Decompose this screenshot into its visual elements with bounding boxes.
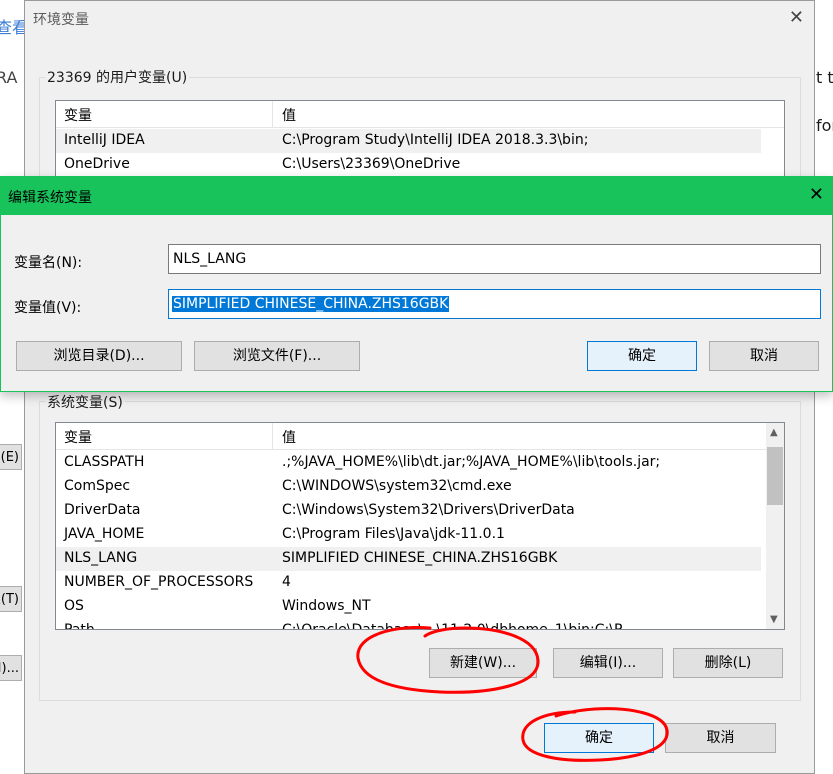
variable-name: OneDrive — [64, 156, 130, 172]
browse-file-button[interactable]: 浏览文件(F)... — [194, 341, 360, 371]
column-header-value[interactable]: 值 — [282, 105, 296, 125]
list-item[interactable]: OS Windows_NT — [56, 595, 761, 619]
variable-value: C:\Program Study\IntelliJ IDEA 2018.3.3\… — [282, 132, 589, 148]
variable-name: Path — [64, 622, 95, 630]
background-text-fragment: RA — [0, 68, 18, 87]
ok-button[interactable]: 确定 — [544, 723, 654, 753]
system-variables-label: 系统变量(S) — [45, 392, 125, 412]
variable-value: C:\Windows\System32\Drivers\DriverData — [282, 502, 575, 518]
variable-value: C:\Program Files\Java\jdk-11.0.1 — [282, 526, 505, 542]
dialog-title: 编辑系统变量 — [8, 190, 92, 206]
scroll-up-icon[interactable]: ▲ — [770, 427, 778, 438]
edit-cancel-button[interactable]: 取消 — [709, 341, 819, 371]
list-item[interactable]: IntelliJ IDEA C:\Program Study\IntelliJ … — [56, 129, 761, 153]
column-header-variable[interactable]: 变量 — [64, 105, 92, 125]
cancel-button[interactable]: 取消 — [665, 723, 776, 753]
background-text-fragment: t t — [816, 68, 833, 87]
close-icon[interactable]: ✕ — [809, 184, 824, 205]
delete-variable-button[interactable]: 删除(L) — [673, 648, 783, 678]
variable-name: JAVA_HOME — [64, 526, 145, 542]
browse-directory-button[interactable]: 浏览目录(D)... — [16, 341, 182, 371]
list-item[interactable]: JAVA_HOME C:\Program Files\Java\jdk-11.0… — [56, 523, 761, 547]
variable-name: IntelliJ IDEA — [64, 132, 145, 148]
close-icon[interactable]: ✕ — [789, 7, 804, 28]
variable-value: Windows_NT — [282, 598, 371, 614]
variable-value: SIMPLIFIED CHINESE_CHINA.ZHS16GBK — [282, 550, 558, 566]
variable-name-label: 变量名(N): — [14, 255, 83, 271]
background-button-fragment: 置(E) — [0, 444, 22, 470]
list-item[interactable]: ComSpec C:\WINDOWS\system32\cmd.exe — [56, 475, 761, 499]
list-item[interactable]: OneDrive C:\Users\23369\OneDrive — [56, 153, 761, 177]
variable-name: OS — [64, 598, 84, 614]
variable-name: CLASSPATH — [64, 454, 145, 470]
dialog-titlebar[interactable]: 编辑系统变量 ✕ — [1, 177, 832, 215]
variable-name: DriverData — [64, 502, 141, 518]
dialog-title: 环境变量 — [33, 12, 89, 28]
list-header: 变量 值 — [56, 423, 784, 450]
scroll-down-icon[interactable]: ▼ — [770, 614, 778, 625]
variable-value-label: 变量值(V): — [14, 300, 82, 316]
background-button-fragment: N)... — [0, 655, 22, 681]
list-item[interactable]: DriverData C:\Windows\System32\Drivers\D… — [56, 499, 761, 523]
edit-ok-button[interactable]: 确定 — [587, 341, 697, 371]
column-header-value[interactable]: 值 — [282, 427, 296, 447]
list-item[interactable]: NUMBER_OF_PROCESSORS 4 — [56, 571, 761, 595]
list-item[interactable]: CLASSPATH .;%JAVA_HOME%\lib\dt.jar;%JAVA… — [56, 451, 761, 475]
background-button-fragment: 置(T) — [0, 586, 22, 612]
variable-name: NLS_LANG — [64, 550, 138, 566]
edit-system-variable-dialog: 编辑系统变量 ✕ 变量名(N): NLS_LANG 变量值(V): SIMPLI… — [0, 176, 833, 392]
list-item-selected[interactable]: NLS_LANG SIMPLIFIED CHINESE_CHINA.ZHS16G… — [56, 547, 761, 571]
system-variables-list[interactable]: 变量 值 CLASSPATH .;%JAVA_HOME%\lib\dt.jar;… — [55, 422, 785, 630]
variable-value-input[interactable]: SIMPLIFIED CHINESE_CHINA.ZHS16GBK — [168, 289, 821, 319]
variable-value: C:\WINDOWS\system32\cmd.exe — [282, 478, 512, 494]
background-text-fragment: for — [816, 116, 833, 135]
edit-variable-button[interactable]: 编辑(I)... — [553, 648, 663, 678]
scrollbar-thumb[interactable] — [767, 447, 783, 505]
vertical-scrollbar[interactable]: ▲ ▼ — [766, 423, 784, 629]
variable-value: 4 — [282, 574, 291, 590]
variable-name: NUMBER_OF_PROCESSORS — [64, 574, 254, 590]
list-item[interactable]: Path C:\Oracle\Database\...\11.2.0\dbhom… — [56, 619, 761, 630]
variable-value: C:\Users\23369\OneDrive — [282, 156, 461, 172]
user-variables-label: 23369 的用户变量(U) — [45, 67, 190, 87]
variable-name-value: NLS_LANG — [173, 251, 247, 267]
variable-name-input[interactable]: NLS_LANG — [168, 244, 821, 274]
variable-value: C:\Oracle\Database\...\11.2.0\dbhome_1\b… — [282, 622, 634, 630]
variable-value: .;%JAVA_HOME%\lib\dt.jar;%JAVA_HOME%\lib… — [282, 454, 661, 470]
variable-name: ComSpec — [64, 478, 131, 494]
list-header: 变量 值 — [56, 101, 784, 128]
column-header-variable[interactable]: 变量 — [64, 427, 92, 447]
variable-value-selected-text: SIMPLIFIED CHINESE_CHINA.ZHS16GBK — [172, 296, 450, 312]
new-variable-button[interactable]: 新建(W)... — [429, 648, 537, 678]
